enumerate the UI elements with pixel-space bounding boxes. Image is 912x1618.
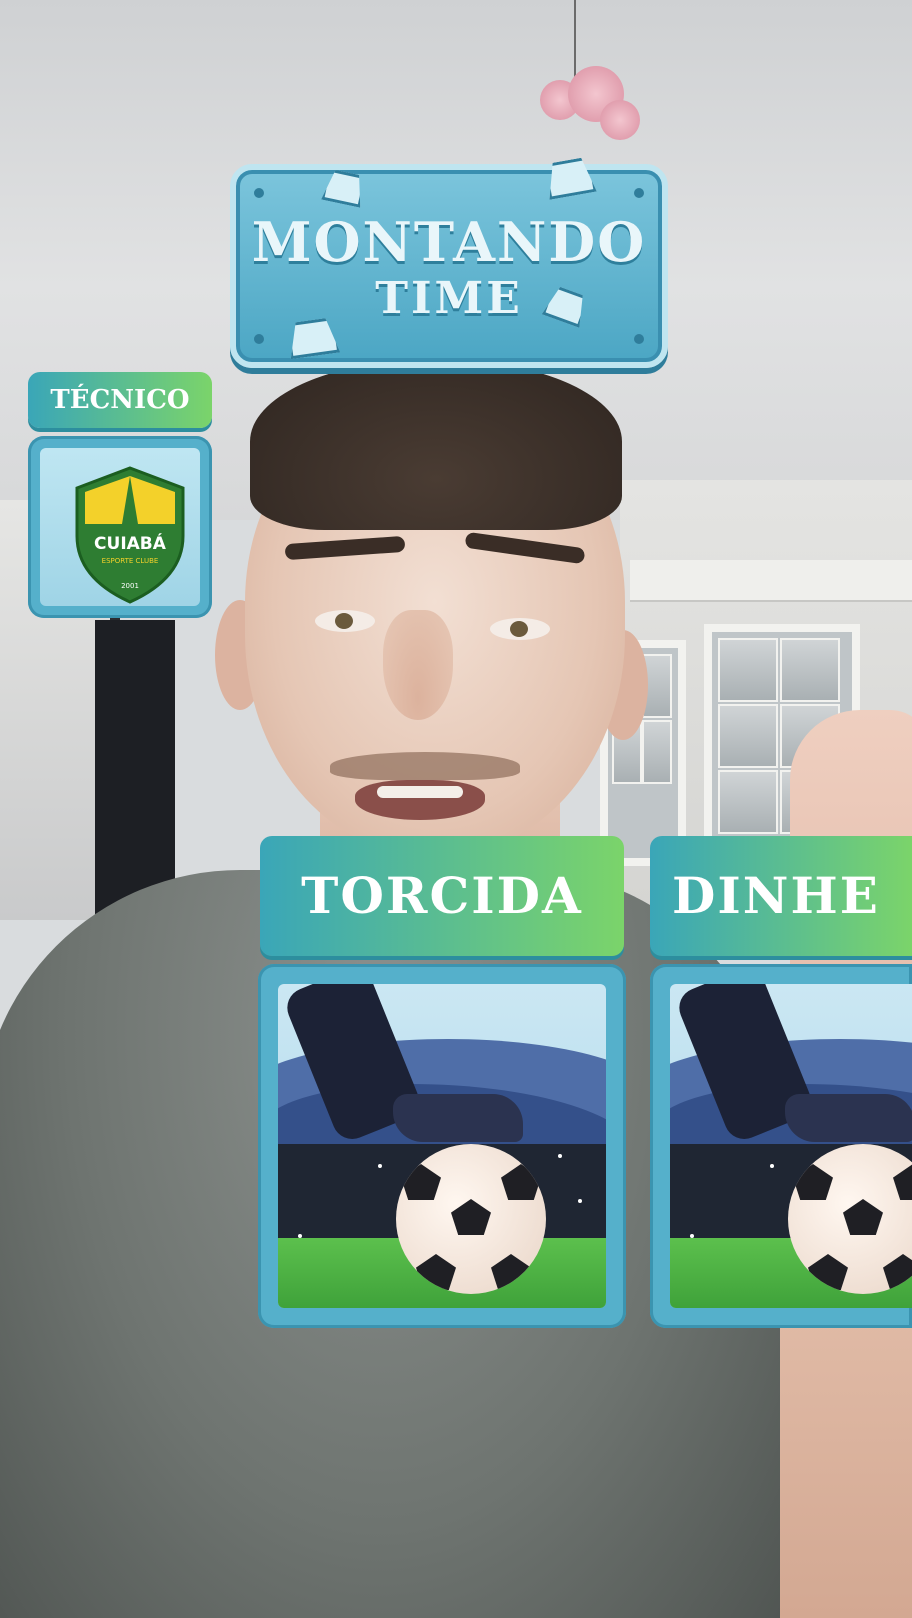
soccer-ball-icon: [396, 1144, 546, 1294]
boot-icon: [393, 1094, 523, 1142]
crest-subtitle: ESPORTE CLUBE: [102, 557, 159, 565]
category-label-dinheiro: DINHE: [650, 836, 912, 956]
crest-year: 2001: [121, 582, 139, 590]
person-mouth: [355, 780, 485, 820]
ceiling-lamp: [540, 0, 650, 180]
eye-right: [490, 618, 550, 640]
wall-cornice: [630, 560, 912, 602]
gem-icon: [321, 168, 367, 208]
category-card-torcida[interactable]: [258, 964, 626, 1328]
crest-team-name: CUIABÁ: [94, 532, 167, 554]
person-hair: [250, 360, 622, 530]
soccer-ball-illustration: [278, 984, 606, 1308]
boot-icon: [785, 1094, 912, 1142]
title-sign: MONTANDO TIME: [230, 164, 668, 368]
soccer-ball-illustration: [670, 984, 912, 1308]
eye-left: [315, 610, 375, 632]
door-frame: [95, 620, 175, 920]
coach-label: TÉCNICO: [28, 372, 212, 428]
category-card-dinheiro[interactable]: [650, 964, 912, 1328]
person-nose: [383, 610, 453, 720]
cuiaba-crest-icon: CUIABÁ ESPORTE CLUBE 2001: [75, 466, 185, 604]
category-label-torcida: TORCIDA: [260, 836, 624, 956]
title-text-line1: MONTANDO: [251, 210, 647, 274]
title-text-line2: TIME: [375, 273, 523, 324]
person-mustache: [330, 752, 520, 780]
coach-card[interactable]: CUIABÁ ESPORTE CLUBE 2001: [28, 436, 212, 618]
